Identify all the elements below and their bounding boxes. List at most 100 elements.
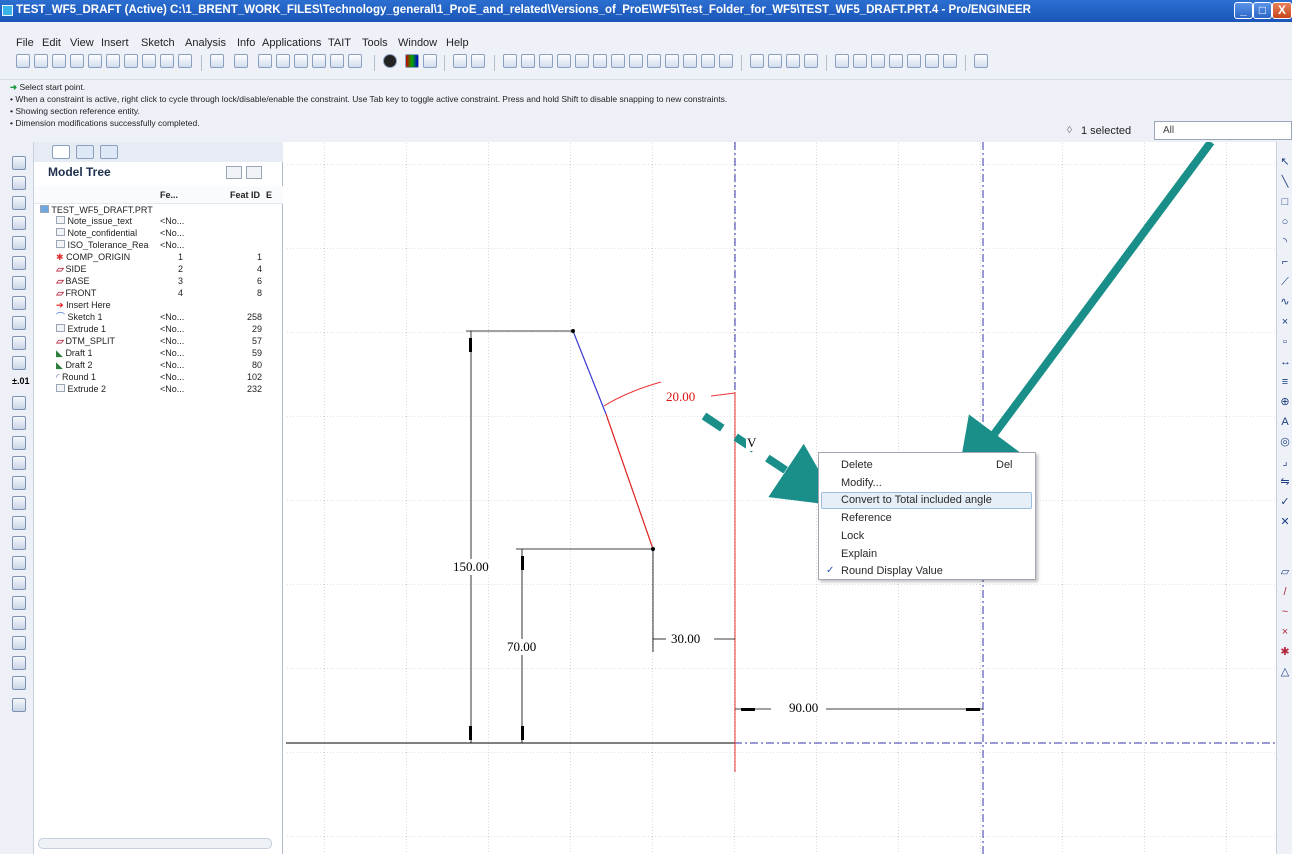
feature-icon-3[interactable] (12, 316, 26, 330)
datum-csys-icon[interactable]: ✱ (1280, 646, 1290, 658)
tool-icon-4[interactable] (889, 54, 903, 68)
copy-icon[interactable] (276, 54, 290, 68)
analysis-icon-11[interactable] (683, 54, 697, 68)
feature-icon-19[interactable] (12, 656, 26, 670)
offset-dimension-90[interactable]: 90.00 (788, 700, 820, 716)
window-activate-icon[interactable] (160, 54, 174, 68)
regenerate-icon[interactable] (124, 54, 138, 68)
height-dimension-70[interactable]: 70.00 (506, 639, 538, 655)
tree-horizontal-scrollbar[interactable] (38, 838, 272, 849)
curve-icon[interactable] (12, 236, 26, 250)
connect-icon[interactable] (453, 54, 467, 68)
paste-icon[interactable] (294, 54, 308, 68)
tree-row[interactable]: Extrude 1 (56, 324, 106, 334)
menu-insert[interactable]: Insert (101, 37, 129, 49)
menu-item-delete[interactable]: Delete (841, 459, 873, 471)
column-header-feat-id[interactable]: Feat ID (230, 190, 260, 200)
dimension-icon[interactable]: ↔ (1280, 356, 1291, 368)
palette-icon[interactable]: ◎ (1280, 436, 1290, 448)
spline-icon[interactable]: ∿ (1280, 296, 1290, 308)
analysis-icon-3[interactable] (539, 54, 553, 68)
tree-row[interactable]: ◣ Draft 2 (56, 360, 92, 370)
menu-file[interactable]: File (16, 37, 34, 49)
selection-box-icon[interactable] (348, 54, 362, 68)
menu-item-lock[interactable]: Lock (841, 530, 864, 542)
tab-folder-browser[interactable] (76, 145, 94, 159)
tree-row[interactable]: ▱ FRONT (56, 288, 96, 298)
column-header-feat-number[interactable]: Fe... (160, 190, 178, 200)
feature-icon-4[interactable] (12, 336, 26, 350)
menu-item-convert-total-angle[interactable]: Convert to Total included angle (841, 494, 992, 506)
close-button[interactable]: X (1272, 2, 1292, 19)
open-icon[interactable] (34, 54, 48, 68)
minimize-button[interactable]: _ (1234, 2, 1253, 19)
circle-icon[interactable]: ○ (1280, 216, 1290, 228)
analysis-icon-5[interactable] (575, 54, 589, 68)
save-icon[interactable] (52, 54, 66, 68)
done-icon[interactable]: ✓ (1280, 496, 1290, 508)
menu-item-reference[interactable]: Reference (841, 512, 892, 524)
tree-row[interactable]: Extrude 2 (56, 384, 106, 394)
analysis-icon-10[interactable] (665, 54, 679, 68)
email-link-icon[interactable] (106, 54, 120, 68)
undo-icon[interactable] (210, 54, 224, 68)
redo-icon[interactable] (234, 54, 248, 68)
offset-dimension-30[interactable]: 30.00 (670, 631, 702, 647)
tab-model-tree[interactable] (52, 145, 70, 159)
datum-plane-icon[interactable]: ▱ (1280, 566, 1290, 578)
analysis-icon-2[interactable] (521, 54, 535, 68)
tree-show-icon[interactable] (246, 166, 262, 179)
tree-row[interactable]: ▱ DTM_SPLIT (56, 336, 115, 346)
constraint-icon[interactable]: ⊕ (1280, 396, 1290, 408)
tree-row[interactable]: Note_issue_text (56, 216, 132, 226)
model-display-icon[interactable] (423, 54, 437, 68)
tree-row[interactable]: ▱ SIDE (56, 264, 86, 274)
menu-tools[interactable]: Tools (362, 37, 388, 49)
menu-item-explain[interactable]: Explain (841, 548, 877, 560)
point-icon[interactable] (12, 196, 26, 210)
height-dimension-150[interactable]: 150.00 (452, 559, 490, 575)
use-edge-icon[interactable]: ▫ (1280, 336, 1290, 348)
menu-window[interactable]: Window (398, 37, 437, 49)
csys-icon[interactable] (12, 216, 26, 230)
menu-help[interactable]: Help (446, 37, 469, 49)
tool-icon-1[interactable] (835, 54, 849, 68)
find-icon[interactable] (330, 54, 344, 68)
column-header-extra[interactable]: E (266, 190, 272, 200)
datum-point-icon[interactable]: × (1280, 626, 1290, 638)
plane-icon[interactable] (12, 156, 26, 170)
point-icon[interactable]: × (1280, 316, 1290, 328)
feature-icon-15[interactable] (12, 576, 26, 590)
datum-icon-2[interactable] (768, 54, 782, 68)
feature-icon-10[interactable] (12, 476, 26, 490)
regen-manager-icon[interactable] (142, 54, 156, 68)
tolerance-icon[interactable]: ±.01 (12, 376, 29, 390)
feature-icon-8[interactable] (12, 436, 26, 450)
print-icon[interactable] (70, 54, 84, 68)
trim-icon[interactable]: ⌟ (1280, 456, 1290, 468)
analysis-icon-6[interactable] (593, 54, 607, 68)
menu-tait[interactable]: TAIT (328, 37, 351, 49)
datum-icon-3[interactable] (786, 54, 800, 68)
analysis-icon-1[interactable] (503, 54, 517, 68)
new-icon[interactable] (16, 54, 30, 68)
menu-view[interactable]: View (70, 37, 94, 49)
menu-item-round-display-value[interactable]: Round Display Value (841, 565, 943, 577)
feature-icon-1[interactable] (12, 276, 26, 290)
feature-icon-16[interactable] (12, 596, 26, 610)
quit-icon[interactable]: ✕ (1280, 516, 1290, 528)
axis-icon[interactable] (12, 176, 26, 190)
tool-icon-2[interactable] (853, 54, 867, 68)
angle-dimension[interactable]: 20.00 (665, 389, 697, 405)
feature-icon-5[interactable] (12, 356, 26, 370)
feature-icon-13[interactable] (12, 536, 26, 550)
sketch-tool-icon[interactable] (974, 54, 988, 68)
feature-icon-21[interactable] (12, 698, 26, 712)
text-icon[interactable]: A (1280, 416, 1290, 428)
selection-filter-dropdown[interactable]: All (1154, 121, 1292, 140)
analysis-icon-13[interactable] (719, 54, 733, 68)
mirror-icon[interactable]: ⇋ (1280, 476, 1290, 488)
tab-favorites[interactable] (100, 145, 118, 159)
tree-settings-icon[interactable] (226, 166, 242, 179)
analysis-icon-9[interactable] (647, 54, 661, 68)
